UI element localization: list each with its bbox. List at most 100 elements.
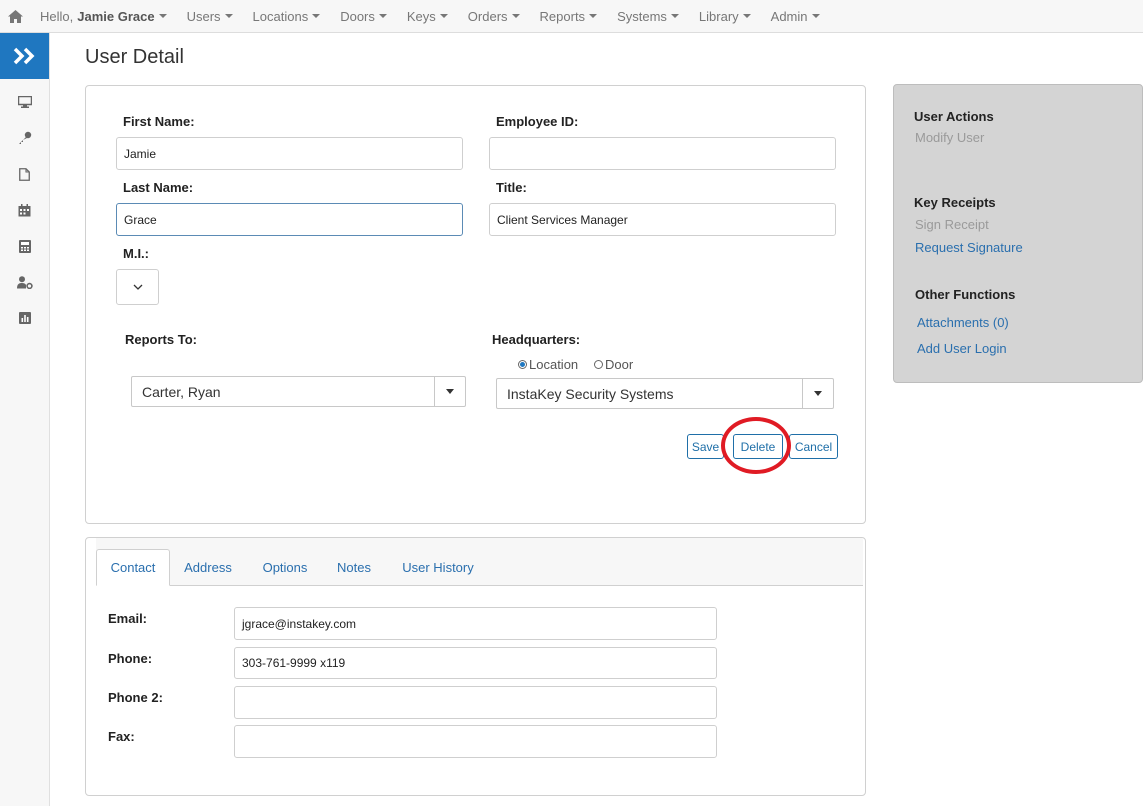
first-name-input[interactable]: Jamie <box>116 137 463 170</box>
tab-options[interactable]: Options <box>257 549 313 586</box>
attachments-link[interactable]: Attachments (0) <box>917 315 1009 330</box>
home-icon <box>7 9 23 23</box>
delete-button[interactable]: Delete <box>733 434 783 459</box>
headquarters-value: InstaKey Security Systems <box>507 385 674 402</box>
headquarters-label: Headquarters: <box>492 332 581 347</box>
user-detail-form: First Name: Jamie Employee ID: Last Name… <box>85 85 866 524</box>
document-icon <box>19 167 30 181</box>
other-functions-heading: Other Functions <box>915 287 1016 302</box>
caret-down-icon <box>224 14 233 18</box>
calendar-icon <box>18 203 31 216</box>
nav-label: Reports <box>539 8 586 24</box>
user-name: Jamie Grace <box>77 8 155 24</box>
email-label: Email: <box>108 611 148 626</box>
nav-users[interactable]: Users <box>177 0 243 33</box>
phone2-input[interactable] <box>234 686 717 719</box>
fax-label: Fax: <box>108 729 135 744</box>
cancel-button[interactable]: Cancel <box>789 434 838 459</box>
nav-library[interactable]: Library <box>689 0 761 33</box>
sidebar-item-reports[interactable] <box>0 300 49 336</box>
monitor-icon <box>17 96 32 108</box>
user-menu[interactable]: Hello, Jamie Grace <box>30 0 177 33</box>
tab-bar: Contact Address Options Notes User Histo… <box>96 538 863 586</box>
user-info-tabs-card: Contact Address Options Notes User Histo… <box>85 537 866 796</box>
key-receipts-heading: Key Receipts <box>914 195 996 210</box>
hello-text: Hello, <box>40 8 74 24</box>
headquarters-select[interactable]: InstaKey Security Systems <box>496 378 834 409</box>
reports-to-label: Reports To: <box>125 332 197 347</box>
last-name-input[interactable]: Grace <box>116 203 463 236</box>
nav-label: Orders <box>467 8 508 24</box>
hq-option-door[interactable]: Door <box>594 357 633 372</box>
mi-label: M.I.: <box>123 246 149 261</box>
nav-admin[interactable]: Admin <box>761 0 830 33</box>
caret-down-icon <box>378 14 387 18</box>
chevron-down-icon <box>133 284 142 290</box>
user-actions-panel: User Actions Modify User Key Receipts Si… <box>893 84 1143 383</box>
home-button[interactable] <box>0 0 30 33</box>
add-user-login-link[interactable]: Add User Login <box>917 341 1007 356</box>
nav-label: Keys <box>406 8 436 24</box>
sidebar-item-keys[interactable] <box>0 120 49 156</box>
sidebar-toggle-button[interactable] <box>0 33 49 79</box>
tab-notes[interactable]: Notes <box>333 549 375 586</box>
top-navbar: Hello, Jamie Grace Users Locations Doors… <box>0 0 1143 33</box>
nav-doors[interactable]: Doors <box>330 0 397 33</box>
nav-reports[interactable]: Reports <box>530 0 608 33</box>
double-chevron-right-icon <box>13 47 34 65</box>
nav-label: Systems <box>617 8 667 24</box>
hq-option-location-label: Location <box>529 357 579 372</box>
caret-down-icon <box>811 14 820 18</box>
title-label: Title: <box>496 180 527 195</box>
chart-icon <box>18 312 31 324</box>
nav-systems[interactable]: Systems <box>607 0 689 33</box>
tab-address[interactable]: Address <box>180 549 236 586</box>
left-sidebar <box>0 33 50 806</box>
fax-input[interactable] <box>234 725 717 758</box>
calculator-icon <box>18 239 31 253</box>
employee-id-input[interactable] <box>489 137 836 170</box>
nav-label: Admin <box>770 8 808 24</box>
request-signature-link[interactable]: Request Signature <box>915 240 1023 255</box>
nav-label: Locations <box>252 8 309 24</box>
user-actions-heading: User Actions <box>914 109 994 124</box>
nav-keys[interactable]: Keys <box>397 0 458 33</box>
caret-down-icon <box>670 14 679 18</box>
sidebar-item-user-settings[interactable] <box>0 264 49 300</box>
reports-to-value: Carter, Ryan <box>142 383 221 400</box>
hq-option-door-label: Door <box>605 357 634 372</box>
caret-down-icon <box>158 14 167 18</box>
nav-label: Doors <box>340 8 375 24</box>
mi-select[interactable] <box>116 269 159 305</box>
first-name-label: First Name: <box>123 114 195 129</box>
sidebar-item-calendar[interactable] <box>0 192 49 228</box>
radio-unselected-icon <box>594 360 603 369</box>
nav-locations[interactable]: Locations <box>243 0 331 33</box>
sidebar-item-dashboard[interactable] <box>0 84 49 120</box>
sign-receipt-link: Sign Receipt <box>915 217 989 232</box>
email-input[interactable]: jgrace@instakey.com <box>234 607 717 640</box>
phone-input[interactable]: 303-761-9999 x119 <box>234 647 717 679</box>
title-input[interactable]: Client Services Manager <box>489 203 836 236</box>
page-title: User Detail <box>85 46 184 68</box>
hq-option-location[interactable]: Location <box>518 357 578 372</box>
user-settings-icon <box>16 275 33 289</box>
caret-down-icon <box>589 14 598 18</box>
save-button[interactable]: Save <box>687 434 724 459</box>
sidebar-item-documents[interactable] <box>0 156 49 192</box>
caret-down-icon <box>439 14 448 18</box>
tab-contact[interactable]: Contact <box>96 549 170 586</box>
dropdown-arrow-icon <box>802 379 833 408</box>
reports-to-select[interactable]: Carter, Ryan <box>131 376 466 407</box>
dropdown-arrow-icon <box>434 377 465 406</box>
nav-orders[interactable]: Orders <box>458 0 530 33</box>
tab-user-history[interactable]: User History <box>398 549 478 586</box>
caret-down-icon <box>312 14 321 18</box>
key-icon <box>18 131 31 144</box>
sidebar-item-calculator[interactable] <box>0 228 49 264</box>
phone-label: Phone: <box>108 651 153 666</box>
radio-selected-icon <box>518 360 527 369</box>
caret-down-icon <box>511 14 520 18</box>
nav-label: Users <box>186 8 221 24</box>
last-name-label: Last Name: <box>123 180 194 195</box>
